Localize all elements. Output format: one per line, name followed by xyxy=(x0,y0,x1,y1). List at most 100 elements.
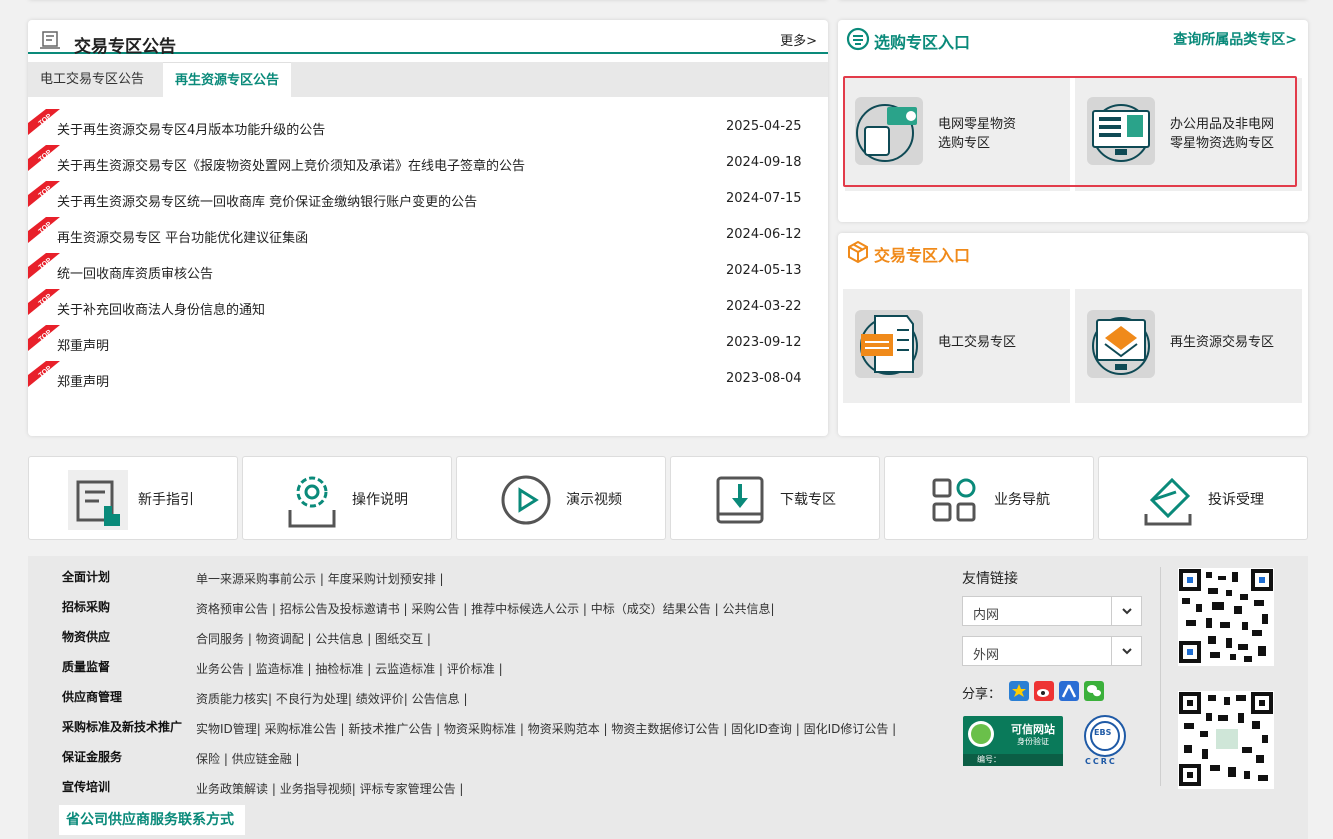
tab-electrical[interactable]: 电工交易专区公告 xyxy=(28,62,156,97)
footer-link[interactable]: 业务政策解读 | xyxy=(196,782,276,796)
footer-link[interactable]: 业务公告 | xyxy=(196,662,252,676)
footer-link[interactable]: 评价标准 | xyxy=(447,662,503,676)
footer-category[interactable]: 物资供应 xyxy=(62,628,110,645)
announcement-row[interactable]: TOP 郑重声明 2023-09-12 xyxy=(28,325,828,361)
footer-links: 资质能力核实| 不良行为处理| 绩效评价| 公告信息 | xyxy=(196,690,467,707)
footer-link[interactable]: 实物ID管理| xyxy=(196,722,261,736)
tile-label: 再生资源交易专区 xyxy=(1170,335,1275,350)
more-link[interactable]: 更多> xyxy=(780,30,817,49)
footer-link[interactable]: 不良行为处理| xyxy=(276,692,352,706)
footer-links: 资格预审公告 | 招标公告及投标邀请书 | 采购公告 | 推荐中标候选人公示 |… xyxy=(196,600,774,617)
tab-recycling[interactable]: 再生资源专区公告 xyxy=(163,62,292,97)
footer-link[interactable]: 图纸交互 | xyxy=(375,632,431,646)
footer-link[interactable]: 招标公告及投标邀请书 | xyxy=(280,602,408,616)
announcement-row[interactable]: TOP 关于补充回收商法人身份信息的通知 2024-03-22 xyxy=(28,289,828,325)
announcements-title: 交易专区公告 xyxy=(74,37,176,57)
chevron-down-icon xyxy=(1111,637,1141,665)
footer-link[interactable]: 固化ID查询 | xyxy=(731,722,800,736)
footer-category[interactable]: 全面计划 xyxy=(62,568,110,585)
weibo-icon[interactable] xyxy=(1034,681,1054,701)
internet-select[interactable]: 外网 xyxy=(962,636,1142,666)
footer-link[interactable]: 资格预审公告 | xyxy=(196,602,276,616)
category-zone-link[interactable]: 查询所属品类专区> xyxy=(1173,29,1297,49)
footer-links: 业务政策解读 | 业务指导视频| 评标专家管理公告 | xyxy=(196,780,463,797)
announcement-title[interactable]: 统一回收商库资质审核公告 xyxy=(57,263,213,282)
quick-complaint-button[interactable]: 投诉受理 xyxy=(1098,456,1308,540)
select-zone-panel: 选购专区入口 查询所属品类专区> 电网零星物资 选购专区 办公用品及非电网 零星… xyxy=(838,20,1308,222)
footer-link[interactable]: 公共信息| xyxy=(722,602,774,616)
quick-label: 演示视频 xyxy=(566,492,622,508)
guide-icon xyxy=(68,470,128,530)
qzone-icon[interactable] xyxy=(1009,681,1029,701)
footer-category[interactable]: 质量监督 xyxy=(62,658,110,675)
highlight-frame xyxy=(843,76,1297,187)
footer-link[interactable]: 公告信息 | xyxy=(412,692,468,706)
footer-category[interactable]: 供应商管理 xyxy=(62,688,122,705)
announcement-row[interactable]: TOP 郑重声明 2023-08-04 xyxy=(28,361,828,397)
footer: 全面计划 单一来源采购事前公示 | 年度采购计划预安排 | 招标采购 资格预审公告 … xyxy=(28,556,1308,839)
announcement-date: 2024-06-12 xyxy=(726,227,802,242)
footer-link[interactable]: 资质能力核实| xyxy=(196,692,272,706)
announcement-row[interactable]: TOP 关于再生资源交易专区4月版本功能升级的公告 2025-04-25 xyxy=(28,109,828,145)
announcement-row[interactable]: TOP 统一回收商库资质审核公告 2024-05-13 xyxy=(28,253,828,289)
announcement-title[interactable]: 郑重声明 xyxy=(57,371,109,390)
wechat-icon[interactable] xyxy=(1084,681,1104,701)
footer-link[interactable]: 绩效评价| xyxy=(356,692,408,706)
footer-category[interactable]: 采购标准及新技术推广 xyxy=(62,718,182,735)
trusted-site-badge[interactable]: 可信网站 身份验证 编号： xyxy=(963,716,1063,766)
quick-navigation-button[interactable]: 业务导航 xyxy=(884,456,1094,540)
renren-icon[interactable] xyxy=(1059,681,1079,701)
footer-links: 实物ID管理| 采购标准公告 | 新技术推广公告 | 物资采购标准 | 物资采购… xyxy=(196,720,896,737)
tile-electrical-trade[interactable]: 电工交易专区 xyxy=(843,289,1070,403)
top-badge-icon: TOP xyxy=(28,109,60,135)
quick-video-button[interactable]: 演示视频 xyxy=(456,456,666,540)
footer-link[interactable]: 年度采购计划预安排 | xyxy=(328,572,444,586)
announcement-row[interactable]: TOP 再生资源交易专区 平台功能优化建议征集函 2024-06-12 xyxy=(28,217,828,253)
footer-link[interactable]: 监造标准 | xyxy=(256,662,312,676)
divider xyxy=(1160,567,1161,786)
quick-instructions-button[interactable]: 操作说明 xyxy=(242,456,452,540)
announcement-row[interactable]: TOP 关于再生资源交易专区统一回收商库 竞价保证金缴纳银行账户变更的公告 2024… xyxy=(28,181,828,217)
footer-link[interactable]: 合同服务 | xyxy=(196,632,252,646)
announcement-title[interactable]: 关于再生资源交易专区4月版本功能升级的公告 xyxy=(57,119,325,138)
footer-category[interactable]: 保证金服务 xyxy=(62,748,122,765)
announcement-title[interactable]: 再生资源交易专区 平台功能优化建议征集函 xyxy=(57,227,308,246)
footer-link[interactable]: 云监造标准 | xyxy=(375,662,443,676)
announcement-date: 2024-09-18 xyxy=(726,155,802,170)
footer-category[interactable]: 招标采购 xyxy=(62,598,110,615)
quick-guide-button[interactable]: 新手指引 xyxy=(28,456,238,540)
announcement-title[interactable]: 关于再生资源交易专区《报废物资处置网上竞价须知及承诺》在线电子签章的公告 xyxy=(57,155,525,174)
announcement-row[interactable]: TOP 关于再生资源交易专区《报废物资处置网上竞价须知及承诺》在线电子签章的公告 2… xyxy=(28,145,828,181)
quick-download-button[interactable]: 下载专区 xyxy=(670,456,880,540)
footer-category[interactable]: 宣传培训 xyxy=(62,778,110,795)
footer-link[interactable]: 新技术推广公告 | xyxy=(348,722,440,736)
announcement-title[interactable]: 关于补充回收商法人身份信息的通知 xyxy=(57,299,265,318)
footer-link[interactable]: 公共信息 | xyxy=(315,632,371,646)
footer-link[interactable]: 抽检标准 | xyxy=(315,662,371,676)
footer-link[interactable]: 物资采购范本 | xyxy=(528,722,608,736)
footer-link[interactable]: 采购公告 | xyxy=(411,602,467,616)
quick-label: 投诉受理 xyxy=(1208,492,1264,508)
quick-label: 新手指引 xyxy=(138,492,194,508)
footer-link[interactable]: 采购标准公告 | xyxy=(265,722,345,736)
footer-link[interactable]: 保险 | xyxy=(196,752,228,766)
announcement-title[interactable]: 郑重声明 xyxy=(57,335,109,354)
announcement-date: 2023-08-04 xyxy=(726,371,802,386)
footer-link[interactable]: 中标（成交）结果公告 | xyxy=(591,602,719,616)
footer-link[interactable]: 评标专家管理公告 | xyxy=(360,782,464,796)
footer-link[interactable]: 物资采购标准 | xyxy=(444,722,524,736)
supplier-contact-button[interactable]: 省公司供应商服务联系方式 xyxy=(59,805,245,835)
footer-link[interactable]: 供应链金融 | xyxy=(232,752,300,766)
footer-link[interactable]: 物资调配 | xyxy=(256,632,312,646)
footer-link[interactable]: 业务指导视频| xyxy=(280,782,356,796)
ccrc-logo[interactable]: EBS CCRC xyxy=(1081,714,1129,770)
footer-links: 单一来源采购事前公示 | 年度采购计划预安排 | xyxy=(196,570,444,587)
footer-link[interactable]: 物资主数据修订公告 | xyxy=(611,722,727,736)
tile-recycling-trade[interactable]: 再生资源交易专区 xyxy=(1075,289,1302,403)
tile-label: 电工交易专区 xyxy=(938,335,1017,350)
footer-link[interactable]: 单一来源采购事前公示 | xyxy=(196,572,324,586)
intranet-select[interactable]: 内网 xyxy=(962,596,1142,626)
announcement-title[interactable]: 关于再生资源交易专区统一回收商库 竞价保证金缴纳银行账户变更的公告 xyxy=(57,191,477,210)
footer-link[interactable]: 固化ID修订公告 | xyxy=(804,722,897,736)
footer-link[interactable]: 推荐中标候选人公示 | xyxy=(471,602,587,616)
